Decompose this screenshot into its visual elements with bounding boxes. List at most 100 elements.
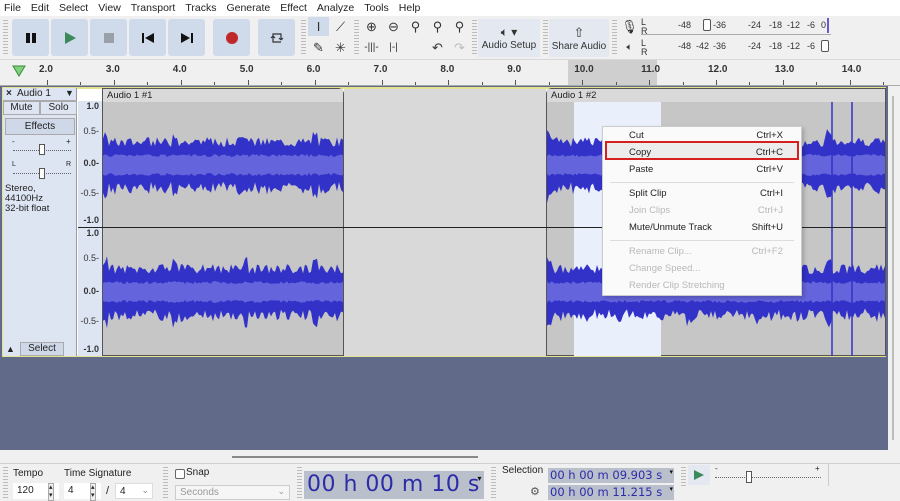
menu-tools[interactable]: Tools (359, 2, 394, 14)
fit-selection-button[interactable]: ⚲ (405, 17, 426, 36)
playback-meter-slider[interactable] (821, 40, 829, 52)
selection-grip[interactable] (491, 467, 496, 499)
share-grip[interactable] (543, 20, 548, 56)
menu-item-render-clip-stretching[interactable]: Render Clip Stretching (602, 277, 802, 294)
play-button[interactable] (51, 19, 88, 56)
selection-end-field[interactable]: 00 h 00 m 11.215 s ▾ (548, 485, 674, 500)
scrollbar-thumb[interactable] (892, 96, 894, 440)
menu-transport[interactable]: Transport (126, 2, 181, 14)
audio-setup-grip[interactable] (472, 20, 477, 56)
clip-audio-1-1[interactable]: Audio 1 #1 (102, 88, 344, 356)
fit-project-button[interactable]: ⚲ (427, 17, 448, 36)
menu-generate[interactable]: Generate (221, 2, 275, 14)
play-at-speed-grip[interactable] (681, 467, 686, 487)
ruler-label: 2.0 (39, 64, 53, 75)
silence-button[interactable]: |-| (383, 38, 404, 57)
selection-tool[interactable]: I (308, 17, 329, 36)
ts-spinner-icon[interactable]: ▴ ▾ (90, 483, 96, 501)
stop-button[interactable] (90, 19, 127, 56)
multi-tool[interactable]: ✳ (330, 38, 351, 57)
tools-grip[interactable] (301, 20, 306, 56)
time-display[interactable]: 00 h 00 m 10 s ▾ (304, 471, 484, 499)
menu-item-mute-unmute-track[interactable]: Mute/Unmute Track Shift+U (602, 219, 802, 236)
menu-effect[interactable]: Effect (275, 2, 312, 14)
menu-help[interactable]: Help (394, 2, 426, 14)
meter-grip[interactable] (612, 20, 617, 56)
menu-edit[interactable]: Edit (26, 2, 54, 14)
snap-checkbox[interactable] (175, 469, 185, 479)
clip-title[interactable]: Audio 1 #2 (547, 89, 885, 102)
menu-file[interactable]: File (0, 2, 26, 14)
menu-item-change-speed[interactable]: Change Speed... (602, 260, 802, 277)
time-grip[interactable] (297, 467, 302, 499)
menu-view[interactable]: View (93, 2, 126, 14)
track-menu-chevron-icon[interactable]: ▼ (65, 88, 74, 98)
effects-button[interactable]: Effects (5, 118, 75, 135)
share-audio-button[interactable]: ⇧ Share Audio (549, 19, 609, 57)
snap-unit-select[interactable]: Seconds ⌄ (175, 485, 290, 500)
playhead-icon[interactable] (12, 65, 26, 77)
zoom-in-button[interactable]: ⊕ (361, 17, 382, 36)
clip-title[interactable]: Audio 1 #1 (103, 89, 343, 102)
envelope-tool[interactable]: ⟋ (330, 17, 351, 36)
menu-item-paste[interactable]: Paste Ctrl+V (602, 161, 802, 178)
menu-item-cut[interactable]: Cut Ctrl+X (602, 127, 802, 144)
zoom-out-button[interactable]: ⊖ (383, 17, 404, 36)
menu-analyze[interactable]: Analyze (312, 2, 359, 14)
record-meter-slider[interactable] (703, 19, 711, 31)
pause-button[interactable] (12, 19, 49, 56)
vertical-scrollbar[interactable] (888, 86, 900, 450)
playback-meter-button[interactable]: 🔈︎ (619, 38, 640, 57)
skip-to-end-button[interactable] (168, 19, 205, 56)
record-button[interactable] (213, 19, 250, 56)
ruler-tick (448, 80, 450, 85)
timeline-ruler[interactable]: 2.0 3.0 4.0 5.0 6.0 7.0 8.0 9.0 10.0 11.0 12.0 13.0… (0, 60, 900, 86)
ts-denominator-select[interactable]: 4 ⌄ (115, 483, 153, 499)
ruler-tick (849, 80, 851, 85)
undo-button[interactable]: ↶ (427, 38, 448, 57)
menu-select[interactable]: Select (54, 2, 93, 14)
menu-item-copy[interactable]: Copy Ctrl+C (602, 144, 802, 161)
empty-track-region[interactable] (344, 89, 546, 356)
pan-slider-thumb[interactable] (39, 168, 45, 179)
track-name[interactable]: Audio 1 (17, 88, 51, 99)
gain-minus-label: - (12, 137, 15, 146)
play-speed-slider-thumb[interactable] (746, 471, 752, 483)
trim-outside-button[interactable]: -|||- (361, 38, 382, 57)
redo-button[interactable]: ↷ (449, 38, 470, 57)
play-at-speed-button[interactable] (688, 465, 710, 485)
menu-item-label: Change Speed... (629, 263, 701, 274)
meter-tick: -18 (769, 20, 783, 30)
time-signature-grip[interactable] (3, 467, 8, 499)
menu-item-join-clips[interactable]: Join Clips Ctrl+J (602, 202, 802, 219)
horizontal-scrollbar[interactable] (0, 450, 900, 463)
audio-setup-button[interactable]: 🔈︎ ▾ Audio Setup (478, 19, 540, 57)
draw-tool[interactable]: ✎ (308, 38, 329, 57)
close-track-icon[interactable]: × (6, 88, 12, 99)
snap-grip[interactable] (163, 467, 168, 499)
zoom-toggle-button[interactable]: ⚲ (449, 17, 470, 36)
menu-item-label: Render Clip Stretching (629, 280, 725, 291)
edit-grip[interactable] (354, 20, 359, 56)
collapse-track-icon[interactable]: ▲ (6, 344, 15, 354)
gear-icon[interactable]: ⚙ (530, 485, 540, 498)
solo-button[interactable]: Solo (40, 101, 77, 115)
select-track-button[interactable]: Select (20, 342, 64, 356)
tempo-spinner-icon[interactable]: ▴ ▾ (48, 483, 54, 501)
record-meter-button[interactable]: 🎙︎ (619, 17, 640, 36)
selection-start-field[interactable]: 00 h 00 m 09.903 s ▾ (548, 468, 674, 483)
menu-item-split-clip[interactable]: Split Clip Ctrl+I (602, 185, 802, 202)
loop-button[interactable] (258, 19, 295, 56)
gain-slider-thumb[interactable] (39, 144, 45, 155)
record-meter[interactable]: L R -48 -36 -24 -18 -12 -6 0 (641, 17, 831, 36)
mute-button[interactable]: Mute (3, 101, 40, 115)
redo-icon: ↷ (454, 39, 465, 55)
play-speed-slider-track[interactable] (715, 477, 821, 478)
toolbar-grip[interactable] (3, 20, 8, 56)
skip-to-start-button[interactable] (129, 19, 166, 56)
menu-tracks[interactable]: Tracks (180, 2, 221, 14)
playback-meter[interactable]: L R -48 -42 -36 -24 -18 -12 -6 (641, 38, 831, 57)
scrollbar-thumb[interactable] (232, 456, 478, 458)
menu-item-rename-clip[interactable]: Rename Clip... Ctrl+F2 (602, 243, 802, 260)
meter-tick: -48 (678, 20, 692, 30)
